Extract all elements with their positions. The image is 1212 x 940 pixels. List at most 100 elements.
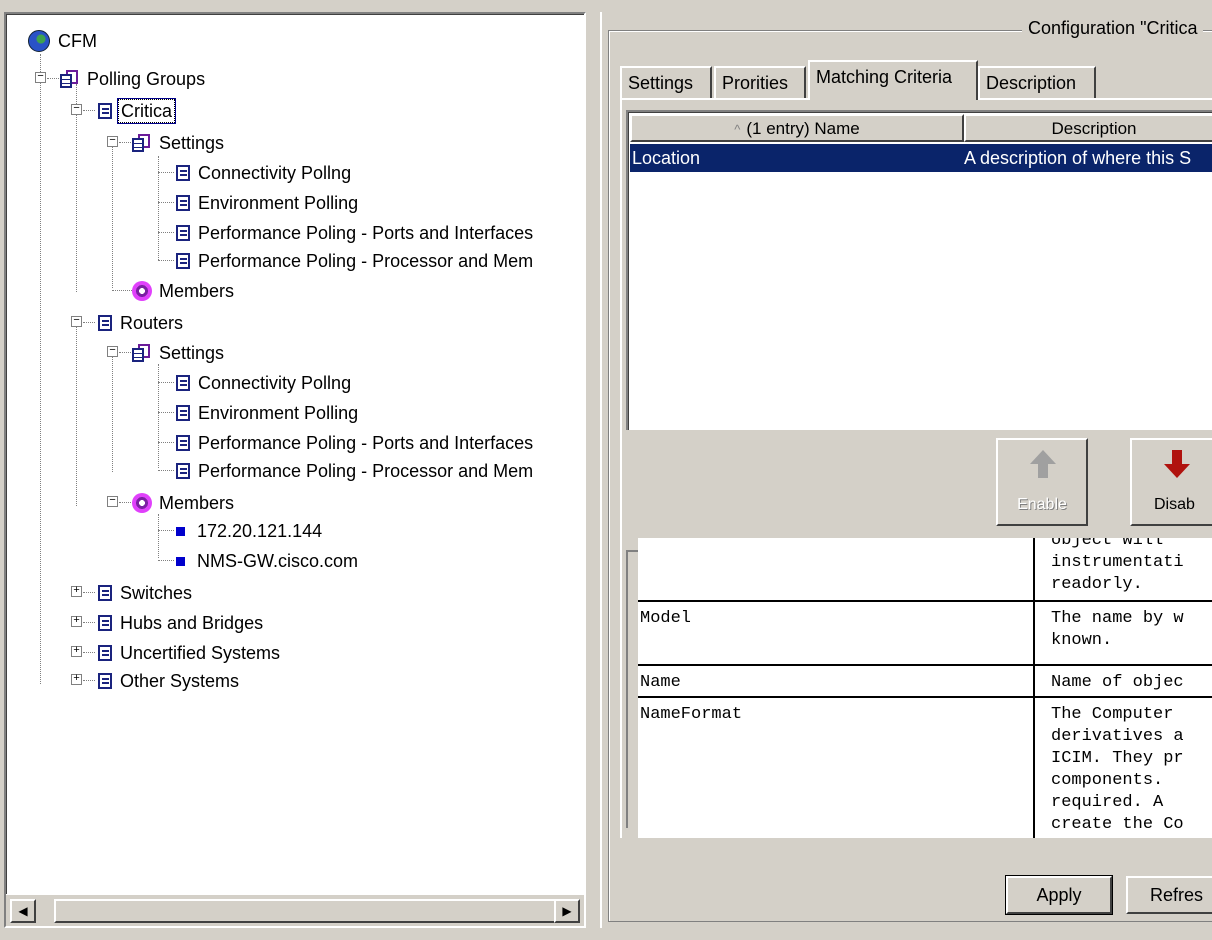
cell-description-line: readorly. bbox=[1051, 575, 1143, 594]
cell-description-line: derivatives a bbox=[1051, 727, 1184, 746]
tree-item-cfm[interactable]: CFM bbox=[28, 28, 99, 54]
cell-name: NameFormat bbox=[640, 705, 743, 724]
configuration-title: Configuration "Critica bbox=[1022, 18, 1204, 39]
expand-toggle[interactable]: + bbox=[71, 586, 82, 597]
tree-item-performance-processor[interactable]: Performance Poling - Processor and Mem bbox=[174, 248, 535, 274]
tree-label: Hubs and Bridges bbox=[120, 613, 264, 633]
expand-toggle[interactable]: + bbox=[71, 646, 82, 657]
tree-item-performance-ports[interactable]: Performance Poling - Ports and Interface… bbox=[174, 220, 535, 246]
cell-description-line: ICIM. They pr bbox=[1051, 749, 1184, 768]
expand-toggle[interactable]: + bbox=[71, 674, 82, 685]
tree-item-hubs-and-bridges[interactable]: Hubs and Bridges bbox=[96, 610, 265, 636]
disable-label: Disab bbox=[1154, 496, 1195, 513]
table-row[interactable]: Location A description of where this S bbox=[630, 144, 1212, 172]
tree-label: Performance Poling - Ports and Interface… bbox=[198, 223, 534, 243]
tree-label: Performance Poling - Processor and Mem bbox=[198, 251, 534, 271]
tab-description[interactable]: Description bbox=[978, 66, 1096, 98]
document-icon bbox=[176, 463, 190, 479]
collapse-toggle[interactable]: − bbox=[107, 346, 118, 357]
sort-indicator: ^ bbox=[734, 122, 741, 137]
tree-item-environment-polling[interactable]: Environment Polling bbox=[174, 400, 360, 426]
cell-description-line: create the Co bbox=[1051, 815, 1184, 834]
tree-item-other-systems[interactable]: Other Systems bbox=[96, 668, 241, 694]
tree-horizontal-scrollbar[interactable]: ◀ ▶ bbox=[6, 894, 584, 926]
cell-description-line: object will bbox=[1051, 538, 1174, 550]
cell-description-line: components. bbox=[1051, 771, 1174, 790]
cell-description-line: The Computer bbox=[1051, 705, 1174, 724]
document-icon bbox=[98, 615, 112, 631]
tree-label: Performance Poling - Processor and Mem bbox=[198, 461, 534, 481]
cell-name: Location bbox=[632, 148, 701, 168]
document-icon bbox=[176, 375, 190, 391]
collapse-toggle[interactable]: − bbox=[107, 136, 118, 147]
tree-item-critica[interactable]: Critica bbox=[96, 98, 177, 124]
collapse-toggle[interactable]: − bbox=[107, 496, 118, 507]
tree-label: Members bbox=[159, 493, 235, 513]
cell-description-line: Name of objec bbox=[1051, 673, 1184, 692]
cell-description: A description of where this S bbox=[964, 148, 1192, 168]
enable-button[interactable]: Enable bbox=[996, 438, 1088, 526]
tree-item-uncertified-systems[interactable]: Uncertified Systems bbox=[96, 640, 282, 666]
document-icon bbox=[176, 435, 190, 451]
tree-item-environment-polling[interactable]: Environment Polling bbox=[174, 190, 360, 216]
scroll-right-button[interactable]: ▶ bbox=[554, 899, 580, 923]
tree-item-members[interactable]: Members bbox=[132, 490, 236, 516]
tree-item-members[interactable]: Members bbox=[132, 278, 236, 304]
document-icon bbox=[176, 165, 190, 181]
tree-label: Settings bbox=[159, 133, 225, 153]
tree-label: 172.20.121.144 bbox=[197, 521, 323, 541]
tree-item-polling-groups[interactable]: Polling Groups bbox=[60, 66, 207, 92]
tree-label: Environment Polling bbox=[198, 193, 359, 213]
collapse-toggle[interactable]: − bbox=[71, 316, 82, 327]
tab-matching-criteria[interactable]: Matching Criteria bbox=[808, 60, 978, 100]
tree-view[interactable]: CFM − Polling Groups − Critica − Setting… bbox=[6, 14, 584, 894]
document-icon bbox=[98, 585, 112, 601]
apply-button[interactable]: Apply bbox=[1005, 875, 1113, 915]
tree-item-member-host[interactable]: NMS-GW.cisco.com bbox=[174, 548, 360, 574]
document-icon bbox=[98, 103, 112, 119]
refresh-button[interactable]: Refres bbox=[1126, 876, 1212, 914]
tree-item-routers[interactable]: Routers bbox=[96, 310, 185, 336]
tree-item-settings[interactable]: Settings bbox=[132, 340, 226, 366]
tree-label: Performance Poling - Ports and Interface… bbox=[198, 433, 534, 453]
tree-item-connectivity-polling[interactable]: Connectivity Pollng bbox=[174, 160, 353, 186]
cell-name: Model bbox=[640, 609, 692, 628]
document-icon bbox=[176, 253, 190, 269]
tree-label: Settings bbox=[159, 343, 225, 363]
tree-item-connectivity-polling[interactable]: Connectivity Pollng bbox=[174, 370, 353, 396]
arrow-down-icon bbox=[1164, 464, 1190, 478]
column-header-description[interactable]: Description bbox=[964, 114, 1212, 142]
disable-button[interactable]: Disab bbox=[1130, 438, 1212, 526]
tree-item-performance-ports[interactable]: Performance Poling - Ports and Interface… bbox=[174, 430, 535, 456]
tree-item-performance-processor[interactable]: Performance Poling - Processor and Mem bbox=[174, 458, 535, 484]
collapse-toggle[interactable]: − bbox=[71, 104, 82, 115]
matching-criteria-table[interactable]: ^ (1 entry) Name Description Location A d… bbox=[626, 110, 1212, 430]
arrow-down-icon-stem bbox=[1172, 450, 1182, 464]
tree-item-settings[interactable]: Settings bbox=[132, 130, 226, 156]
cell-name: Name bbox=[640, 673, 681, 692]
tree-label: Switches bbox=[120, 583, 193, 603]
tab-priorities[interactable]: Prorities bbox=[714, 66, 806, 98]
documents-icon bbox=[60, 70, 80, 88]
column-header-label: (1 entry) Name bbox=[746, 119, 860, 138]
scroll-left-button[interactable]: ◀ bbox=[10, 899, 36, 923]
tree-item-member-ip[interactable]: 172.20.121.144 bbox=[174, 518, 324, 544]
square-icon bbox=[176, 526, 185, 536]
scrollbar-thumb[interactable] bbox=[54, 899, 574, 923]
tree-label: Members bbox=[159, 281, 235, 301]
tree-label: Other Systems bbox=[120, 671, 240, 691]
cell-description-line: required. A bbox=[1051, 793, 1174, 812]
documents-icon bbox=[132, 134, 152, 152]
square-icon bbox=[176, 556, 185, 566]
members-icon bbox=[132, 281, 152, 301]
property-description-grid[interactable]: object will instrumentati readorly. Mode… bbox=[638, 538, 1212, 838]
tree-item-switches[interactable]: Switches bbox=[96, 580, 194, 606]
pane-splitter[interactable] bbox=[586, 12, 600, 928]
tree-label: Routers bbox=[120, 313, 184, 333]
tab-settings[interactable]: Settings bbox=[620, 66, 712, 98]
tree-pane[interactable]: CFM − Polling Groups − Critica − Setting… bbox=[4, 12, 586, 928]
expand-toggle[interactable]: + bbox=[71, 616, 82, 627]
collapse-toggle[interactable]: − bbox=[35, 72, 46, 83]
tree-label: Environment Polling bbox=[198, 403, 359, 423]
column-header-name[interactable]: ^ (1 entry) Name bbox=[630, 114, 964, 142]
